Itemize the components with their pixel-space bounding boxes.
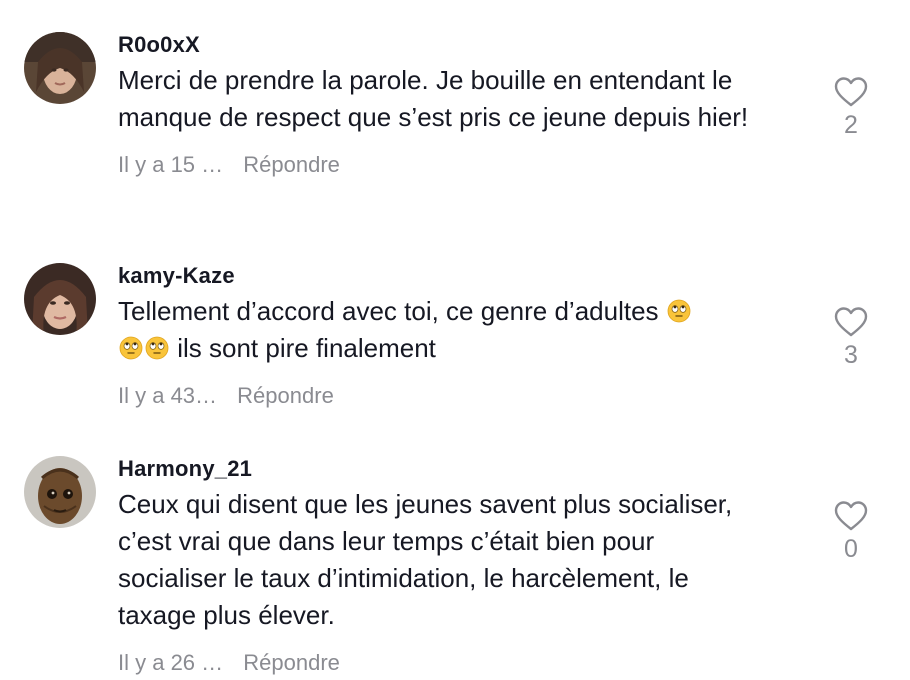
comment-text: Merci de prendre la parole. Je bouille e… <box>118 65 749 132</box>
like-button[interactable]: 0 <box>828 500 874 564</box>
comment-time: Il y a 26 … <box>118 650 224 675</box>
heart-icon <box>834 307 868 337</box>
comment-username[interactable]: kamy-Kaze <box>118 263 808 289</box>
comment-username[interactable]: R0o0xX <box>118 32 808 58</box>
comment-meta: Il y a 43… Répondre <box>118 383 808 409</box>
reply-button[interactable]: Répondre <box>243 650 340 675</box>
face-with-rolling-eyes-icon <box>145 336 169 360</box>
comment-body: kamy-Kaze Tellement d’accord avec toi, c… <box>118 263 808 409</box>
like-button[interactable]: 3 <box>828 306 874 370</box>
comment-body: Harmony_21 Ceux qui disent que les jeune… <box>118 456 808 676</box>
heart-icon <box>834 501 868 531</box>
comment-time: Il y a 15 … <box>118 152 224 177</box>
reply-button[interactable]: Répondre <box>237 383 334 408</box>
groot-avatar <box>24 456 96 528</box>
like-count: 0 <box>844 535 858 563</box>
reply-button[interactable]: Répondre <box>243 152 340 177</box>
comment-text: Ceux qui disent que les jeunes savent pl… <box>118 489 733 630</box>
comment-text-part: Tellement d’accord avec toi, ce genre d’… <box>118 296 666 326</box>
avatar[interactable] <box>24 456 96 528</box>
avatar[interactable] <box>24 263 96 335</box>
like-button[interactable]: 2 <box>828 76 874 140</box>
avatar[interactable] <box>24 32 96 104</box>
woman-portrait-avatar <box>24 32 96 104</box>
like-count: 2 <box>844 111 858 139</box>
comment-list: R0o0xX Merci de prendre la parole. Je bo… <box>0 0 910 680</box>
like-count: 3 <box>844 341 858 369</box>
comment-username[interactable]: Harmony_21 <box>118 456 808 482</box>
comment-meta: Il y a 26 … Répondre <box>118 650 808 676</box>
face-with-rolling-eyes-icon <box>667 299 691 323</box>
heart-icon <box>834 77 868 107</box>
comment-text-part: ils sont pire finalement <box>170 333 436 363</box>
comment-body: R0o0xX Merci de prendre la parole. Je bo… <box>118 32 808 178</box>
face-with-rolling-eyes-icon <box>119 336 143 360</box>
comment-time: Il y a 43… <box>118 383 218 408</box>
comment-meta: Il y a 15 … Répondre <box>118 152 808 178</box>
woman-portrait-avatar <box>24 263 96 335</box>
comment-text: Tellement d’accord avec toi, ce genre d’… <box>118 293 808 367</box>
